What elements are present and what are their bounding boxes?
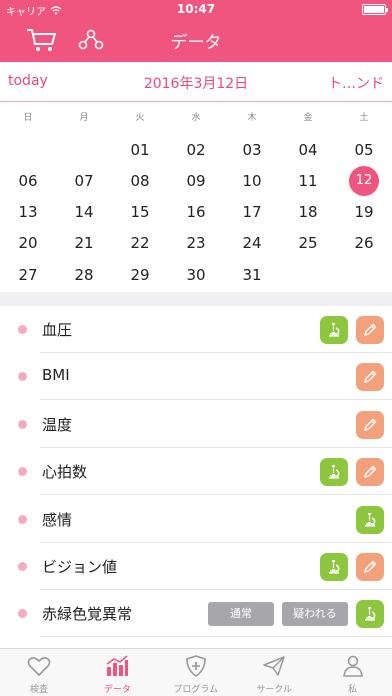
pencil-icon[interactable] xyxy=(356,458,384,487)
calendar-day[interactable]: 30 xyxy=(181,260,211,290)
weekday-header: 日月火水木金土 xyxy=(0,110,392,126)
row-divider xyxy=(40,636,392,638)
weekday-label: 金 xyxy=(303,113,313,123)
tab-label: プログラム xyxy=(173,685,219,695)
microscope-icon[interactable] xyxy=(356,600,384,629)
calendar-day[interactable]: 21 xyxy=(69,228,99,258)
calendar-day[interactable]: 31 xyxy=(237,260,267,290)
calendar-day[interactable]: 16 xyxy=(181,197,211,227)
bullet-dot xyxy=(18,325,27,334)
calendar-day[interactable]: 13 xyxy=(13,197,43,227)
bullet-dot xyxy=(18,514,27,524)
bullet-dot xyxy=(18,419,27,429)
weekday-label: 日 xyxy=(23,113,33,123)
tab-heart[interactable]: 検査 xyxy=(0,649,78,696)
calendar-day-selected[interactable]: 12 xyxy=(349,166,379,196)
calendar-day[interactable]: 27 xyxy=(13,260,43,290)
calendar-day[interactable]: 09 xyxy=(181,166,211,196)
weekday-label: 水 xyxy=(191,113,201,123)
item-label: 温度 xyxy=(42,415,73,434)
list-item[interactable]: ビジョン値 xyxy=(0,543,392,590)
calendar-day[interactable]: 02 xyxy=(181,135,211,165)
item-label: 赤緑色覚異常 xyxy=(42,605,133,624)
calendar-day[interactable]: 20 xyxy=(13,228,43,258)
calendar-day[interactable]: 14 xyxy=(69,197,99,227)
list-item[interactable]: 温度 xyxy=(0,401,392,448)
calendar-day[interactable]: 05 xyxy=(349,135,379,165)
bullet-dot xyxy=(18,372,27,382)
tab-label: データ xyxy=(103,685,131,695)
calendar-day[interactable]: 24 xyxy=(237,228,267,258)
calendar-day[interactable]: 15 xyxy=(125,197,155,227)
status-time: 10:47 xyxy=(176,2,216,16)
calendar-day[interactable]: 10 xyxy=(237,166,267,196)
tab-label: サークル xyxy=(256,685,293,695)
calendar-day[interactable]: 22 xyxy=(125,228,155,258)
item-label: 感情 xyxy=(42,510,73,529)
trend-button[interactable]: ト…ンド xyxy=(328,73,384,93)
calendar-day[interactable]: 26 xyxy=(349,228,379,258)
pencil-icon[interactable] xyxy=(356,363,384,392)
tab-person[interactable]: 私 xyxy=(314,649,392,696)
shield-plus-icon xyxy=(185,655,206,677)
microscope-icon[interactable] xyxy=(320,553,348,581)
calendar-day[interactable]: 28 xyxy=(69,260,99,290)
list-item[interactable]: 心拍数 xyxy=(0,448,392,496)
person-icon xyxy=(342,655,363,677)
calendar-day[interactable]: 25 xyxy=(293,228,323,258)
weekday-label: 月 xyxy=(79,113,89,123)
pencil-icon[interactable] xyxy=(356,553,384,581)
pencil-icon[interactable] xyxy=(356,410,384,439)
calendar-day[interactable]: 06 xyxy=(13,166,43,196)
list-item[interactable]: 赤緑色覚異常 通常 疑われる xyxy=(0,590,392,638)
top-header: キャリア 10:47 データ xyxy=(0,0,392,62)
calendar-day[interactable]: 07 xyxy=(69,166,99,196)
item-label: ビジョン値 xyxy=(42,558,118,576)
microscope-icon[interactable] xyxy=(320,458,348,487)
tab-label: 検査 xyxy=(29,685,48,695)
bullet-dot xyxy=(18,467,27,477)
list-item[interactable]: 感情 xyxy=(0,496,392,543)
tab-paper-plane[interactable]: サークル xyxy=(235,649,313,696)
section-divider xyxy=(0,292,392,306)
weekday-label: 木 xyxy=(247,113,257,123)
calendar-day[interactable]: 23 xyxy=(181,228,211,258)
result-option-button[interactable]: 通常 xyxy=(208,602,274,627)
item-label: BMI xyxy=(42,366,70,385)
weekday-label: 火 xyxy=(135,113,145,123)
bullet-dot xyxy=(18,562,27,571)
list-item[interactable]: 血圧 xyxy=(0,306,392,353)
calendar-day[interactable]: 18 xyxy=(293,197,323,227)
weekday-label: 土 xyxy=(359,113,369,123)
chart-icon xyxy=(106,655,129,676)
heart-icon xyxy=(27,657,51,676)
calendar-day[interactable]: 11 xyxy=(293,166,323,196)
pencil-icon[interactable] xyxy=(356,316,384,344)
status-bar: キャリア 10:47 xyxy=(0,0,392,20)
calendar-day[interactable]: 19 xyxy=(349,197,379,227)
paper-plane-icon xyxy=(263,656,285,676)
result-option-button[interactable]: 疑われる xyxy=(282,602,348,627)
calendar-day[interactable]: 29 xyxy=(125,260,155,290)
microscope-icon[interactable] xyxy=(356,505,384,534)
calendar-day[interactable]: 17 xyxy=(237,197,267,227)
page-title: データ xyxy=(170,33,222,53)
tab-shield-plus[interactable]: プログラム xyxy=(157,649,235,696)
tab-chart[interactable]: データ xyxy=(78,649,156,696)
bullet-dot xyxy=(18,609,27,619)
date-bar: today 2016年3月12日 ト…ンド xyxy=(0,62,392,102)
calendar-day[interactable]: 01 xyxy=(125,135,155,165)
list-item[interactable]: BMI xyxy=(0,353,392,401)
calendar-day[interactable]: 03 xyxy=(237,135,267,165)
microscope-icon[interactable] xyxy=(320,316,348,344)
calendar-day[interactable]: 04 xyxy=(293,135,323,165)
calendar-day[interactable]: 08 xyxy=(125,166,155,196)
tab-bar: 検査 データ プログラム サークル 私 xyxy=(0,648,392,696)
battery-icon xyxy=(362,4,388,15)
item-label: 心拍数 xyxy=(42,463,88,482)
item-label: 血圧 xyxy=(42,321,73,339)
tab-label: 私 xyxy=(348,685,358,695)
